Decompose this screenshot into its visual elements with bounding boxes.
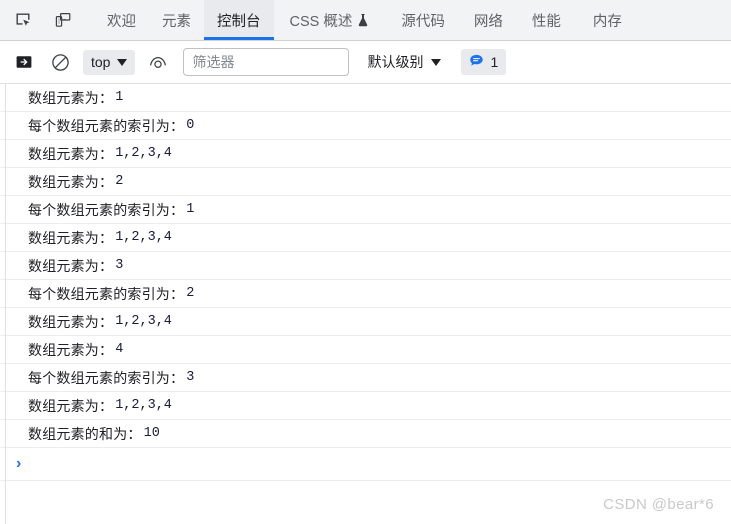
console-message-label: 数组元素为： — [28, 229, 114, 246]
message-count-value: 1 — [490, 54, 499, 70]
message-count-badge[interactable]: 1 — [461, 49, 507, 75]
inspect-element-icon[interactable] — [10, 7, 36, 33]
console-message-value: 3 — [115, 258, 124, 273]
console-sidebar-icon[interactable] — [11, 49, 37, 75]
tab-network[interactable]: 网络 — [461, 0, 516, 40]
live-expression-icon[interactable] — [145, 49, 171, 75]
console-message-value: 1,2,3,4 — [115, 314, 172, 329]
console-message-row[interactable]: 数组元素为： 1,2,3,4 — [0, 392, 731, 420]
console-message-label: 数组元素为： — [28, 397, 114, 414]
console-message-row[interactable]: 数组元素为： 3 — [0, 252, 731, 280]
devtools-tool-icons — [0, 0, 76, 40]
tab-elements-label: 元素 — [162, 13, 191, 30]
chevron-down-icon — [431, 58, 442, 66]
console-message-value: 1,2,3,4 — [115, 398, 172, 413]
execution-context-value: top — [91, 54, 111, 70]
tab-elements[interactable]: 元素 — [149, 0, 204, 40]
console-message-row[interactable]: 数组元素的和为： 10 — [0, 420, 731, 448]
console-message-row[interactable]: 每个数组元素的索引为： 0 — [0, 112, 731, 140]
console-message-value: 10 — [143, 426, 160, 441]
console-message-label: 数组元素为： — [28, 341, 114, 358]
console-message-value: 0 — [186, 118, 195, 133]
console-message-label: 数组元素为： — [28, 145, 114, 162]
console-message-value: 3 — [186, 370, 195, 385]
tab-css-overview-label: CSS 概述 — [289, 13, 353, 30]
log-level-value: 默认级别 — [367, 54, 424, 70]
console-message-row[interactable]: 数组元素为： 2 — [0, 168, 731, 196]
filter-input[interactable]: 筛选器 — [183, 48, 350, 76]
tab-performance[interactable]: 性能 — [516, 0, 577, 40]
tab-performance-label: 性能 — [531, 13, 561, 30]
console-prompt[interactable]: › — [0, 448, 731, 481]
execution-context-select[interactable]: top — [83, 49, 136, 75]
prompt-chevron-icon: › — [16, 455, 22, 472]
console-message-row[interactable]: 数组元素为： 1,2,3,4 — [0, 224, 731, 252]
clear-console-icon[interactable] — [47, 49, 73, 75]
tab-welcome[interactable]: 欢迎 — [94, 0, 149, 40]
tab-memory[interactable]: 内存 — [577, 0, 638, 40]
tab-memory-label: 内存 — [592, 13, 622, 30]
console-message-label: 每个数组元素的索引为： — [28, 285, 185, 302]
devtools-tabs: 欢迎 元素 控制台 CSS 概述 源代码 网络 性能 内存 — [94, 0, 638, 40]
console-toolbar: top 筛选器 默认级别 1 — [0, 41, 731, 84]
console-message-row[interactable]: 每个数组元素的索引为： 3 — [0, 364, 731, 392]
tab-sources[interactable]: 源代码 — [385, 0, 461, 40]
console-message-value: 4 — [115, 342, 124, 357]
console-message-value: 2 — [115, 174, 124, 189]
console-message-value: 1,2,3,4 — [115, 230, 172, 245]
console-message-row[interactable]: 数组元素为： 1,2,3,4 — [0, 140, 731, 168]
console-message-list[interactable]: 数组元素为： 1 每个数组元素的索引为： 0 数组元素为： 1,2,3,4 数组… — [0, 84, 731, 524]
console-message-label: 数组元素为： — [28, 173, 114, 190]
tab-css-overview[interactable]: CSS 概述 — [274, 0, 386, 40]
tab-sources-label: 源代码 — [401, 13, 445, 30]
console-message-label: 每个数组元素的索引为： — [28, 201, 185, 218]
console-message-label: 每个数组元素的索引为： — [28, 369, 185, 386]
watermark: CSDN @bear*6 — [603, 496, 714, 513]
console-gutter-divider — [5, 84, 6, 524]
chevron-down-icon — [117, 58, 128, 66]
console-message-row[interactable]: 数组元素为： 1 — [0, 84, 731, 112]
speech-bubble-icon — [469, 53, 484, 71]
log-level-select[interactable]: 默认级别 — [367, 52, 442, 72]
console-message-value: 1 — [186, 202, 195, 217]
console-message-row[interactable]: 数组元素为： 4 — [0, 336, 731, 364]
filter-placeholder: 筛选器 — [192, 54, 235, 70]
beaker-icon — [357, 13, 369, 27]
console-message-label: 每个数组元素的索引为： — [28, 117, 185, 134]
console-message-label: 数组元素为： — [28, 89, 114, 106]
console-message-row[interactable]: 每个数组元素的索引为： 2 — [0, 280, 731, 308]
devtools-tabstrip: 欢迎 元素 控制台 CSS 概述 源代码 网络 性能 内存 — [0, 0, 731, 41]
console-message-label: 数组元素为： — [28, 257, 114, 274]
console-message-label: 数组元素为： — [28, 313, 114, 330]
device-toolbar-icon[interactable] — [50, 7, 76, 33]
tab-welcome-label: 欢迎 — [107, 13, 136, 30]
tab-console[interactable]: 控制台 — [204, 0, 274, 40]
console-message-value: 1,2,3,4 — [115, 146, 172, 161]
console-message-value: 1 — [115, 90, 124, 105]
tab-network-label: 网络 — [473, 13, 503, 30]
console-message-value: 2 — [186, 286, 195, 301]
console-message-row[interactable]: 每个数组元素的索引为： 1 — [0, 196, 731, 224]
tab-console-label: 控制台 — [217, 13, 261, 30]
console-message-row[interactable]: 数组元素为： 1,2,3,4 — [0, 308, 731, 336]
console-message-label: 数组元素的和为： — [28, 425, 142, 442]
